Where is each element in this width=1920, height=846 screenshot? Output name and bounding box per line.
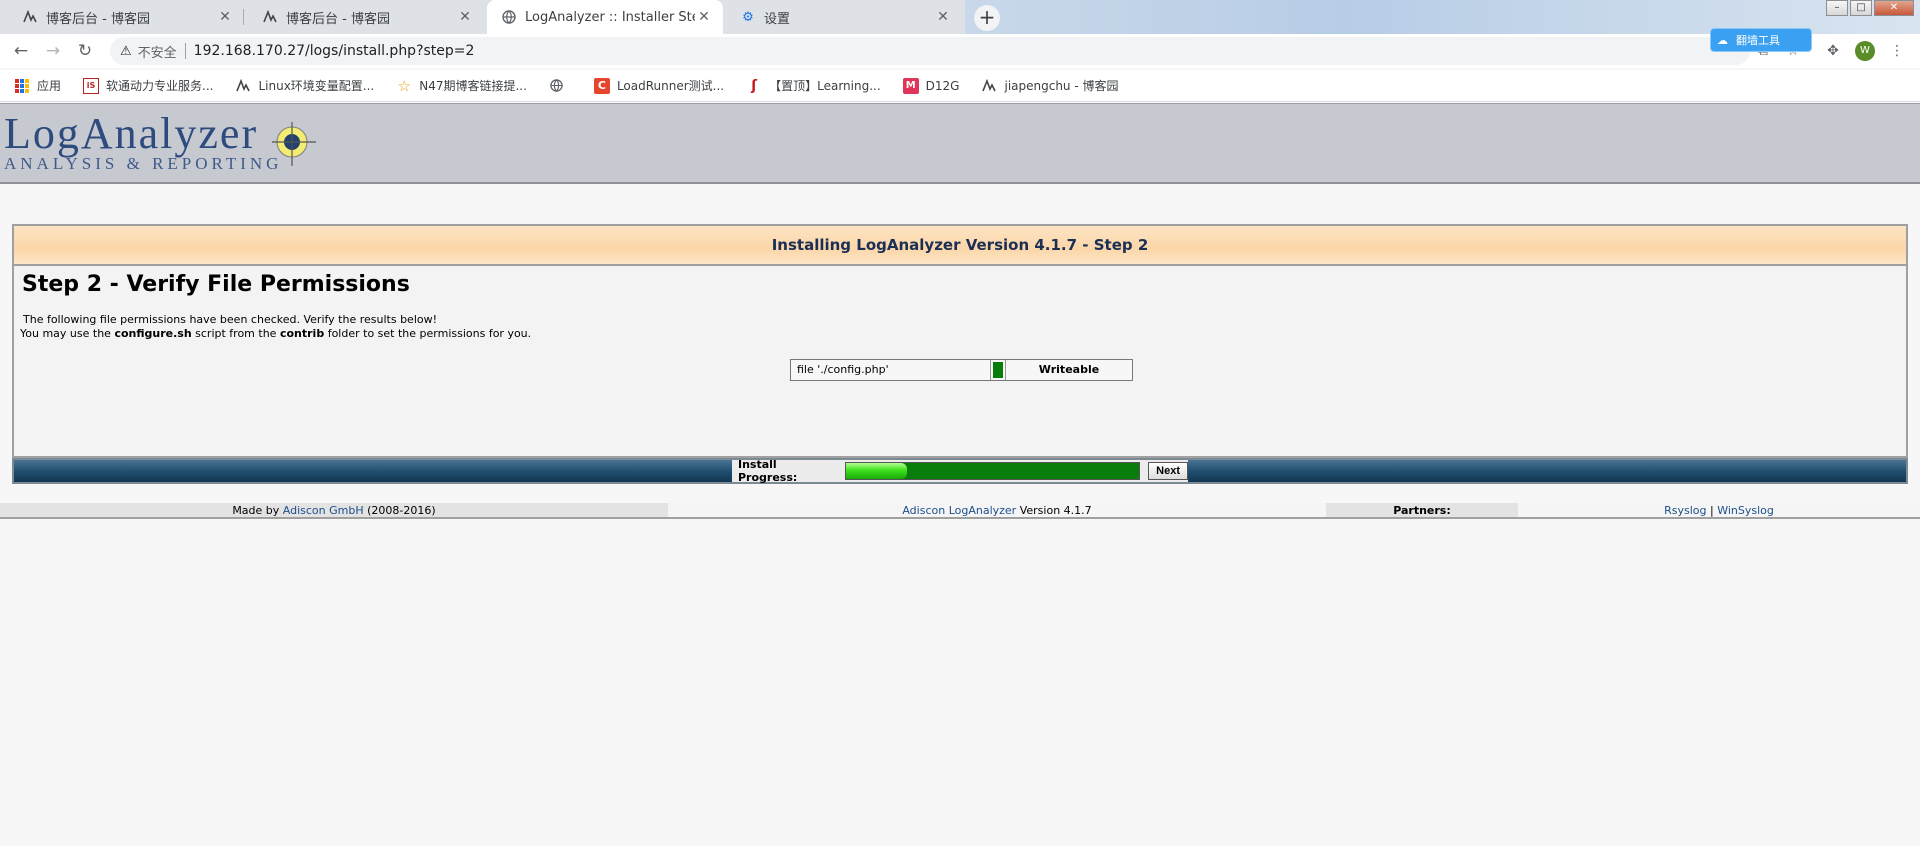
- browser-tab-active[interactable]: LogAnalyzer :: Installer Step 2 ✕: [487, 0, 723, 34]
- cnblogs-icon: [981, 78, 997, 94]
- footer-partners: Rsyslog | WinSyslog: [1518, 503, 1920, 517]
- extensions-puzzle-icon[interactable]: ✥: [1822, 40, 1844, 62]
- footer-made-by: Made by Adiscon GmbH (2008-2016): [0, 503, 668, 517]
- footer-partners-label: Partners:: [1326, 503, 1518, 517]
- csdn-icon: C: [593, 77, 610, 94]
- progress-fill: [845, 463, 908, 479]
- tab-title: 设置: [764, 11, 791, 27]
- cnblogs-icon: [22, 9, 38, 25]
- permission-status: Writeable: [1005, 360, 1132, 380]
- warning-icon: ⚠: [120, 43, 132, 59]
- script-name: configure.sh: [114, 327, 192, 340]
- bird-icon: ʃ: [751, 77, 758, 94]
- tab-title: LogAnalyzer :: Installer Step 2: [525, 9, 695, 25]
- bookmark-item[interactable]: jiapengchu - 博客园: [981, 77, 1119, 94]
- reload-icon[interactable]: ↻: [73, 40, 97, 64]
- isoftstone-icon: iS: [83, 77, 100, 94]
- logo-title: LogAnalyzer: [4, 109, 259, 158]
- bookmark-label: D12G: [925, 78, 960, 93]
- folder-name: contrib: [279, 327, 325, 340]
- bookmark-label: Linux环境变量配置...: [258, 79, 375, 93]
- browser-tab-1[interactable]: 博客后台 - 博客园 ✕: [8, 0, 244, 34]
- permission-row: file './config.php' Writeable: [790, 359, 1133, 381]
- winsyslog-link[interactable]: WinSyslog: [1717, 504, 1774, 517]
- installer-title: Installing LogAnalyzer Version 4.1.7 - S…: [771, 236, 1149, 254]
- browser-tab-4[interactable]: ⚙ 设置 ✕: [726, 0, 962, 34]
- adiscon-link[interactable]: Adiscon GmbH: [283, 504, 364, 517]
- forward-arrow-icon[interactable]: →: [41, 40, 65, 64]
- info-text: The following file permissions have been…: [23, 313, 438, 326]
- window-close-button[interactable]: ✕: [1874, 0, 1914, 16]
- browser-tab-bar: 博客后台 - 博客园 ✕ 博客后台 - 博客园 ✕ LogAnalyzer ::…: [0, 0, 1920, 34]
- bookmark-item[interactable]: Linux环境变量配置...: [235, 77, 374, 94]
- bookmark-label: N47期博客链接提...: [419, 79, 527, 93]
- progress-label: Install Progress:: [738, 458, 798, 484]
- bookmarks-bar: 应用 iS 软通动力专业服务... Linux环境变量配置... ☆ N47期博…: [0, 70, 1920, 102]
- url-text[interactable]: 192.168.170.27/logs/install.php?step=2: [194, 43, 475, 59]
- settings-gear-icon: ⚙: [742, 9, 754, 25]
- close-icon[interactable]: ✕: [695, 9, 713, 25]
- bookmark-item[interactable]: M D12G: [902, 77, 960, 94]
- tab-title: 博客后台 - 博客园: [286, 11, 390, 27]
- m-icon: M: [902, 77, 919, 94]
- page-footer: Made by Adiscon GmbH (2008-2016) Adiscon…: [0, 503, 1920, 519]
- close-icon[interactable]: ✕: [216, 9, 234, 25]
- logo-subtitle: ANALYSIS & REPORTING: [4, 154, 283, 173]
- cloud-badge-label: 翻墙工具: [1736, 34, 1780, 47]
- bookmark-label: LoadRunner测试...: [616, 79, 725, 93]
- bookmark-label: 应用: [37, 79, 62, 93]
- footer-product: Adiscon LogAnalyzer Version 4.1.7: [668, 503, 1326, 517]
- security-label: 不安全: [137, 45, 177, 61]
- close-icon[interactable]: ✕: [934, 9, 952, 25]
- installer-content: Step 2 - Verify File Permissions The fol…: [12, 266, 1908, 458]
- new-tab-button[interactable]: +: [974, 5, 1000, 31]
- info-text-permissions-hint: You may use the configure.sh script from…: [20, 327, 532, 340]
- bookmark-item[interactable]: ☆ N47期博客链接提...: [396, 76, 527, 95]
- progress-track: [844, 462, 1141, 480]
- bookmark-item[interactable]: iS 软通动力专业服务...: [83, 77, 213, 94]
- apps-icon: [14, 78, 30, 94]
- cnblogs-icon: [235, 78, 251, 94]
- loganalyzer-header: LogAnalyzer ANALYSIS & REPORTING: [0, 103, 1920, 184]
- browser-tab-2[interactable]: 博客后台 - 博客园 ✕: [248, 0, 484, 34]
- bookmark-label: 【置顶】Learning...: [769, 79, 881, 93]
- tab-title: 博客后台 - 博客园: [46, 11, 150, 27]
- back-arrow-icon[interactable]: ←: [9, 40, 33, 64]
- bookmark-item[interactable]: C LoadRunner测试...: [593, 77, 725, 94]
- browser-toolbar: ← → ↻ ⚠ 不安全 192.168.170.27/logs/install.…: [0, 34, 1920, 68]
- avatar[interactable]: W: [1855, 41, 1875, 61]
- rsyslog-link[interactable]: Rsyslog: [1664, 504, 1706, 517]
- globe-icon: [501, 9, 517, 25]
- progress-panel: Install Progress: Next: [732, 458, 1188, 484]
- bookmark-label: jiapengchu - 博客园: [1004, 79, 1119, 93]
- bookmark-label: 软通动力专业服务...: [106, 79, 214, 93]
- cloud-extension-badge[interactable]: ☁ 翻墙工具: [1710, 28, 1812, 52]
- minimize-button[interactable]: –: [1826, 0, 1848, 16]
- loganalyzer-link[interactable]: Adiscon LogAnalyzer: [902, 504, 1016, 517]
- installer-title-bar: Installing LogAnalyzer Version 4.1.7 - S…: [12, 224, 1908, 266]
- crosshair-logo-icon: [272, 122, 316, 166]
- step-heading: Step 2 - Verify File Permissions: [22, 272, 410, 297]
- close-icon[interactable]: ✕: [456, 9, 474, 25]
- window-controls: – □ ✕: [1826, 0, 1914, 16]
- menu-kebab-icon[interactable]: ⋮: [1886, 40, 1908, 62]
- next-button[interactable]: Next: [1148, 462, 1188, 480]
- globe-icon: [549, 78, 565, 94]
- cloud-icon: ☁: [1717, 33, 1728, 47]
- cnblogs-icon: [262, 9, 278, 25]
- star-icon: ☆: [397, 76, 411, 95]
- permission-status-indicator: [993, 362, 1003, 378]
- page-content: LogAnalyzer ANALYSIS & REPORTING Install…: [0, 103, 1920, 846]
- maximize-button[interactable]: □: [1850, 0, 1872, 16]
- permission-file: file './config.php': [791, 360, 991, 380]
- bookmark-apps[interactable]: 应用: [14, 77, 61, 94]
- bookmark-item[interactable]: [549, 78, 572, 94]
- bookmark-item[interactable]: ʃ 【置顶】Learning...: [746, 77, 881, 94]
- address-bar[interactable]: ⚠ 不安全 192.168.170.27/logs/install.php?st…: [110, 37, 1750, 65]
- install-progress-bar: Install Progress: Next: [12, 458, 1908, 484]
